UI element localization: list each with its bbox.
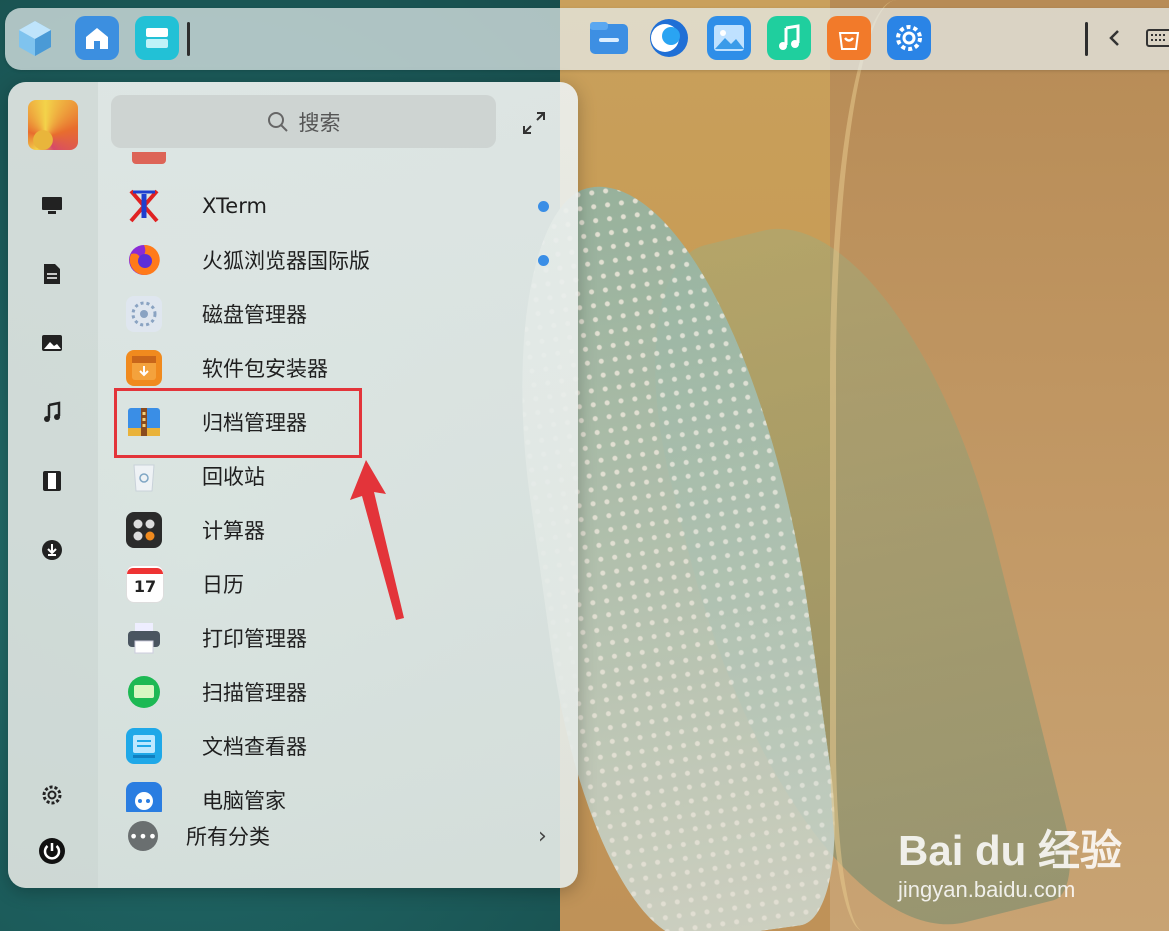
all-categories-button[interactable]: ••• 所有分类 › [126,816,566,856]
computer-icon[interactable] [38,192,66,220]
videos-icon[interactable] [38,467,66,495]
power-icon[interactable] [38,837,66,865]
package-installer-icon [126,350,162,386]
list-item[interactable]: 计算器 [108,503,548,557]
app-label: 火狐浏览器国际版 [202,249,370,273]
red-arrow-annotation [350,460,404,620]
calculator-icon [126,512,162,548]
search-placeholder: 搜索 [298,110,341,135]
app-label: 扫描管理器 [202,681,307,705]
app-list: XTerm 火狐浏览器国际版 磁盘管理器 软件包安装器 归档管理器 回收站 计算… [108,152,568,812]
list-item[interactable]: 磁盘管理器 [108,287,548,341]
document-viewer-icon [126,728,162,764]
watermark-brand: Bai du 经验 [898,827,1123,874]
xterm-icon [126,188,162,224]
chevron-right-icon: › [538,823,547,849]
search-icon [267,111,288,132]
all-categories-label: 所有分类 [186,825,270,849]
file-manager-icon[interactable] [587,16,631,60]
taskbar [5,8,1169,70]
watermark: Bai du 经验 jingyan.baidu.com [898,805,1158,915]
pc-manager-icon [126,782,162,812]
search-input[interactable]: 搜索 [111,95,496,148]
keyboard-icon[interactable] [1145,16,1169,60]
image-viewer-icon[interactable] [707,16,751,60]
music-icon[interactable] [38,398,66,426]
start-menu: 搜索 XTerm 火狐浏览器国际版 磁盘管理器 软件包安装器 归档管理器 回收站… [8,82,578,888]
new-app-dot [538,200,549,212]
app-label: XTerm [202,194,267,218]
app-label: 磁盘管理器 [202,303,307,327]
list-item[interactable]: 打印管理器 [108,611,548,665]
list-item[interactable]: 软件包安装器 [108,341,548,395]
partial-app-icon [132,152,166,164]
app-label: 计算器 [202,519,265,543]
list-item[interactable]: 电脑管家 [108,773,548,812]
app-label: 文档查看器 [202,735,307,759]
list-item[interactable]: 文档查看器 [108,719,548,773]
trash-icon [126,458,162,494]
scanner-icon [126,674,162,710]
settings-icon[interactable] [38,781,66,809]
fullscreen-expand-icon[interactable] [521,110,547,136]
browser-icon[interactable] [647,16,691,60]
launcher-sidebar [8,82,98,888]
printer-icon [126,620,162,656]
pictures-icon[interactable] [38,329,66,357]
watermark-url: jingyan.baidu.com [898,877,1076,902]
documents-icon[interactable] [38,260,66,288]
home-icon[interactable] [75,16,119,60]
app-label: 电脑管家 [202,789,286,812]
app-launcher-icon[interactable] [13,16,57,60]
new-app-dot [538,254,549,266]
list-item[interactable]: 火狐浏览器国际版 [108,233,549,287]
calendar-icon: 17 [126,565,164,603]
taskbar-separator-right [1085,22,1088,56]
list-item[interactable]: 扫描管理器 [108,665,548,719]
settings-icon[interactable] [887,16,931,60]
collapse-chevron-icon[interactable] [1101,16,1129,60]
app-label: 回收站 [202,465,265,489]
app-store-icon[interactable] [827,16,871,60]
multitask-view-icon[interactable] [135,16,179,60]
more-dots-icon: ••• [128,821,158,851]
list-item[interactable]: 17 日历 [108,557,548,611]
list-item[interactable]: XTerm [108,179,549,233]
avatar[interactable] [28,100,78,150]
taskbar-separator [187,22,190,56]
highlight-rectangle [114,388,362,458]
firefox-icon [126,242,162,278]
disk-manager-icon [126,296,162,332]
downloads-icon[interactable] [38,536,66,564]
app-label: 日历 [202,573,244,597]
app-label: 软件包安装器 [202,357,328,381]
calendar-day: 17 [133,577,157,596]
music-icon[interactable] [767,16,811,60]
app-label: 打印管理器 [202,627,307,651]
